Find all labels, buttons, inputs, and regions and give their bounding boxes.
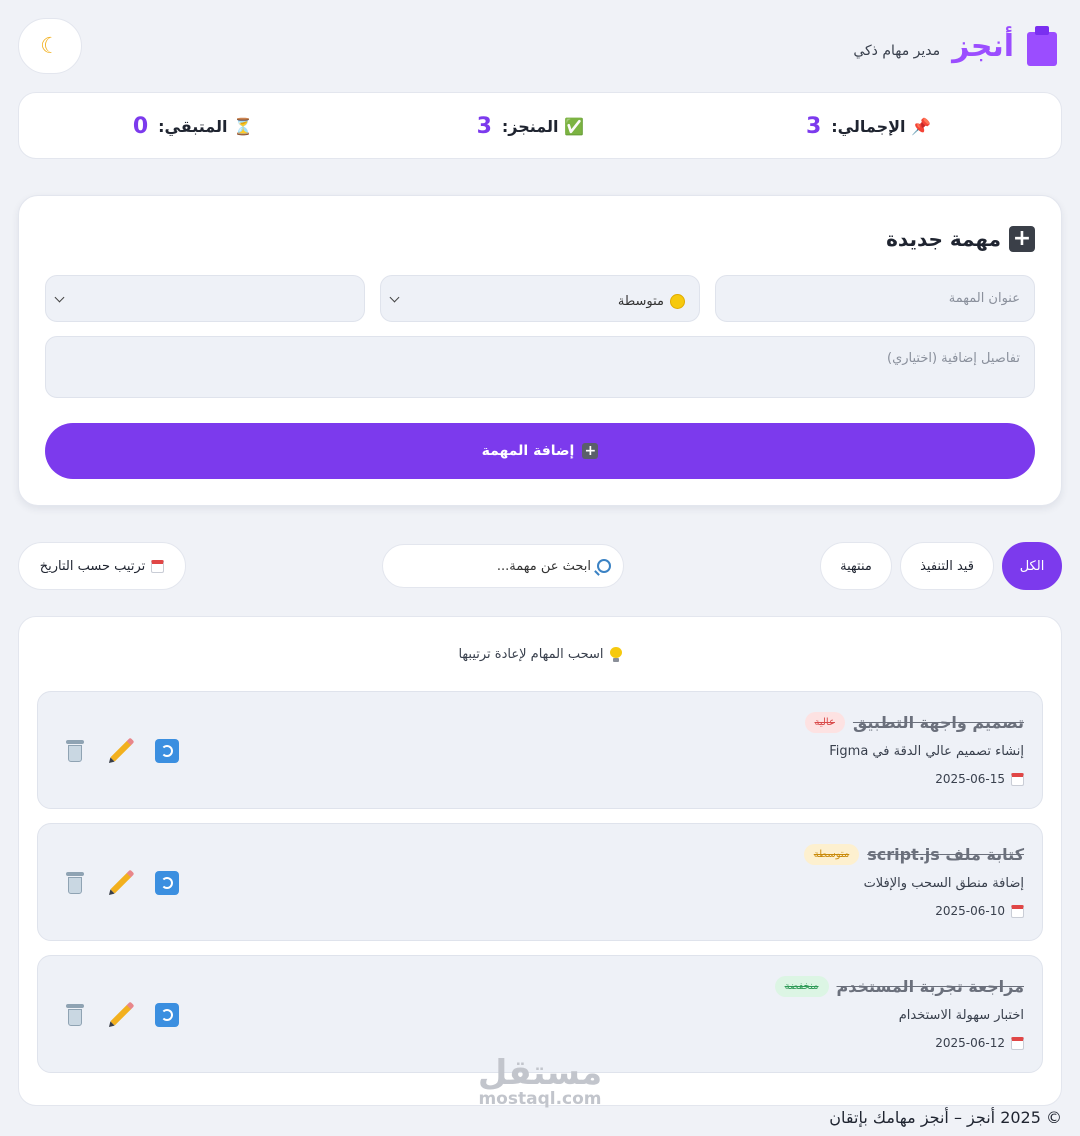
toggle-status-button[interactable] xyxy=(154,738,180,764)
task-list: اسحب المهام لإعادة ترتيبها تصميم واجهة ا… xyxy=(18,616,1062,1106)
calendar-icon xyxy=(1011,904,1024,918)
calendar-icon xyxy=(1011,772,1024,786)
filter-all[interactable]: الكل xyxy=(1002,542,1062,590)
stat-total: 📌 الإجمالي: 3 xyxy=(806,93,931,160)
task-title: مراجعة تجربة المستخدم xyxy=(836,977,1024,996)
search-box xyxy=(382,544,624,588)
stat-done-value: 3 xyxy=(476,114,492,139)
trash-icon xyxy=(66,740,84,762)
delete-task-button[interactable] xyxy=(62,1002,88,1028)
chevron-down-icon xyxy=(54,292,65,303)
chevron-down-icon xyxy=(389,292,400,303)
yellow-circle-icon xyxy=(670,294,685,309)
stat-total-value: 3 xyxy=(805,114,822,139)
calendar-icon xyxy=(151,559,165,573)
delete-task-button[interactable] xyxy=(62,870,88,896)
drag-hint: اسحب المهام لإعادة ترتيبها xyxy=(19,647,1061,662)
brand: أنجز مدير مهام ذكي xyxy=(853,24,1058,68)
brand-name: أنجز xyxy=(952,28,1014,64)
stat-remaining-label: ⏳ المتبقي: xyxy=(158,117,253,136)
task-description: إضافة منطق السحب والإفلات xyxy=(863,876,1024,891)
refresh-icon xyxy=(155,739,179,763)
task-title-input[interactable] xyxy=(715,275,1035,322)
stats-bar: 📌 الإجمالي: 3 ✅ المنجز: 3 ⏳ المتبقي: 0 xyxy=(18,92,1062,159)
filter-done[interactable]: منتهية xyxy=(820,542,892,590)
edit-task-button[interactable] xyxy=(108,1002,134,1028)
task-date: 2025-06-15 xyxy=(935,772,1024,786)
pencil-icon xyxy=(110,740,132,762)
toggle-status-button[interactable] xyxy=(154,870,180,896)
filter-toolbar: الكل قيد التنفيذ منتهية ترتيب حسب التاري… xyxy=(18,542,1062,590)
clipboard-icon xyxy=(1026,26,1058,66)
task-date-text: 2025-06-12 xyxy=(935,1036,1005,1050)
edit-task-button[interactable] xyxy=(108,738,134,764)
task-item[interactable]: تصميم واجهة التطبيق عالية إنشاء تصميم عا… xyxy=(37,691,1043,809)
watermark: مستقل mostaql.com xyxy=(474,1056,606,1108)
plus-icon: + xyxy=(582,443,599,459)
plus-icon: + xyxy=(1009,226,1035,252)
stat-done-label: ✅ المنجز: xyxy=(501,117,584,136)
form-title: + مهمة جديدة xyxy=(886,226,1035,252)
calendar-icon xyxy=(1011,1036,1024,1050)
lightbulb-icon xyxy=(609,647,622,662)
category-select[interactable] xyxy=(45,275,365,322)
task-description: اختبار سهولة الاستخدام xyxy=(898,1008,1024,1023)
watermark-arabic: مستقل xyxy=(477,1053,603,1093)
stat-remaining: ⏳ المتبقي: 0 xyxy=(133,93,253,160)
task-date-text: 2025-06-10 xyxy=(935,904,1005,918)
new-task-form: + مهمة جديدة متوسطة + إضافة المهمة xyxy=(18,195,1062,506)
task-item[interactable]: كتابة ملف script.js متوسطة إضافة منطق ال… xyxy=(37,823,1043,941)
task-description-input[interactable] xyxy=(45,336,1035,398)
priority-badge: عالية xyxy=(804,712,845,733)
priority-select[interactable]: متوسطة xyxy=(380,275,700,322)
priority-badge: متوسطة xyxy=(803,844,860,865)
stat-done: ✅ المنجز: 3 xyxy=(477,93,584,160)
sort-by-date-button[interactable]: ترتيب حسب التاريخ xyxy=(18,542,186,590)
trash-icon xyxy=(66,1004,84,1026)
task-description: إنشاء تصميم عالي الدقة في Figma xyxy=(829,744,1024,759)
form-title-text: مهمة جديدة xyxy=(886,227,1001,251)
theme-toggle-button[interactable]: ☾ xyxy=(18,18,82,74)
add-task-button[interactable]: + إضافة المهمة xyxy=(45,423,1035,479)
app-header: ☾ أنجز مدير مهام ذكي xyxy=(18,18,1058,74)
task-date: 2025-06-12 xyxy=(935,1036,1024,1050)
watermark-url: mostaql.com xyxy=(478,1089,602,1109)
search-icon xyxy=(597,559,611,573)
toggle-status-button[interactable] xyxy=(154,1002,180,1028)
task-date: 2025-06-10 xyxy=(935,904,1024,918)
refresh-icon xyxy=(155,871,179,895)
task-title: كتابة ملف script.js xyxy=(867,845,1024,864)
pencil-icon xyxy=(110,872,132,894)
add-task-label: إضافة المهمة xyxy=(481,443,575,459)
delete-task-button[interactable] xyxy=(62,738,88,764)
task-title: تصميم واجهة التطبيق xyxy=(852,713,1024,732)
priority-badge: منخفضة xyxy=(774,976,829,997)
footer-text: © 2025 أنجز – أنجز مهامك بإتقان xyxy=(829,1108,1062,1127)
drag-hint-text: اسحب المهام لإعادة ترتيبها xyxy=(458,647,604,662)
stat-total-label: 📌 الإجمالي: xyxy=(831,117,931,136)
search-input[interactable] xyxy=(401,558,591,574)
pencil-icon xyxy=(110,1004,132,1026)
sort-label: ترتيب حسب التاريخ xyxy=(39,558,146,574)
priority-select-value: متوسطة xyxy=(617,294,664,309)
filter-in-progress[interactable]: قيد التنفيذ xyxy=(900,542,994,590)
moon-icon: ☾ xyxy=(40,33,60,59)
refresh-icon xyxy=(155,1003,179,1027)
brand-subtitle: مدير مهام ذكي xyxy=(853,43,941,59)
task-date-text: 2025-06-15 xyxy=(935,772,1005,786)
edit-task-button[interactable] xyxy=(108,870,134,896)
stat-remaining-value: 0 xyxy=(132,114,149,139)
trash-icon xyxy=(66,872,84,894)
